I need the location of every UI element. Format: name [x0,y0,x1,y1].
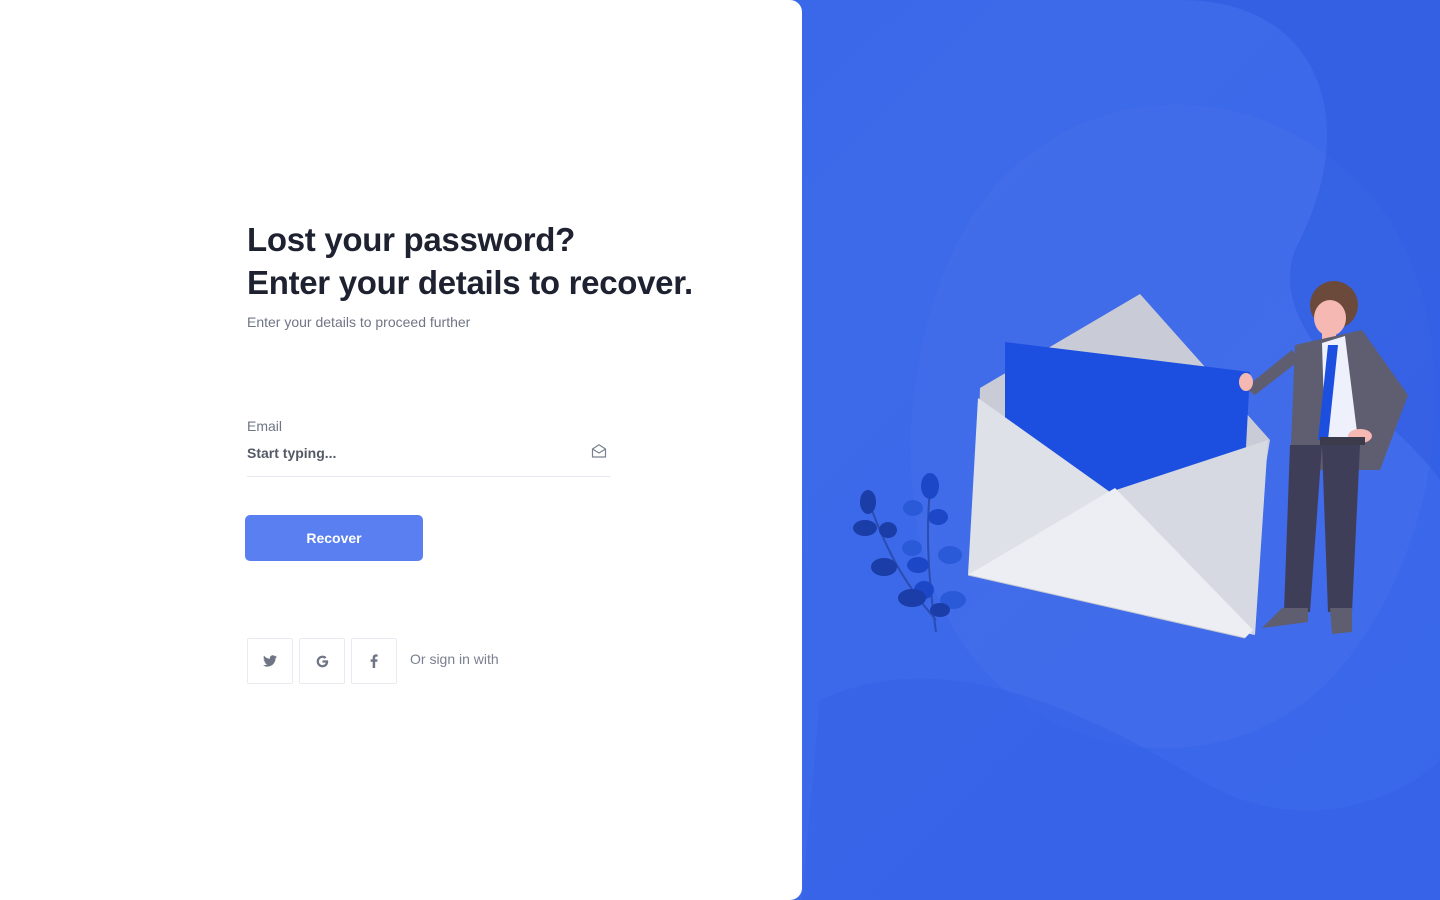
page-title-line2: Enter your details to recover. [247,264,693,301]
google-icon [316,655,328,667]
facebook-signin-button[interactable] [351,638,397,684]
recover-button[interactable]: Recover [245,515,423,561]
google-signin-button[interactable] [299,638,345,684]
form-panel: Lost your password? Enter your details t… [0,0,802,900]
envelope-open-icon [591,444,607,458]
email-field [247,440,610,477]
page-title: Lost your password? Enter your details t… [247,218,693,304]
page-subtitle: Enter your details to proceed further [247,314,471,330]
email-label: Email [247,418,283,434]
social-signin-label: Or sign in with [410,651,499,667]
email-input[interactable] [247,440,577,466]
twitter-signin-button[interactable] [247,638,293,684]
page-title-line1: Lost your password? [247,221,576,258]
facebook-icon [370,654,378,668]
twitter-icon [263,655,277,667]
